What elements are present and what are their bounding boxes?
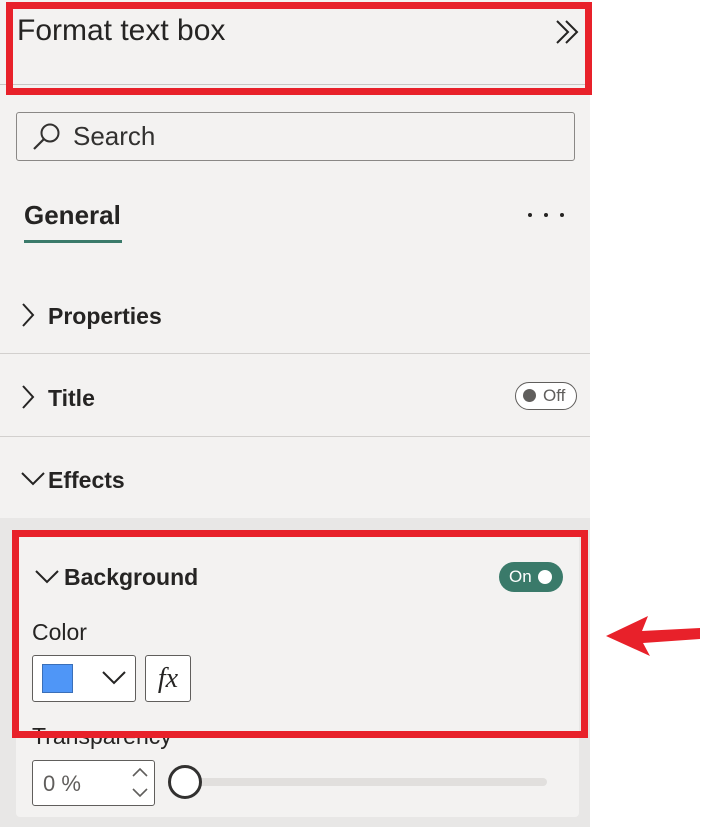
- toggle-knob: [538, 570, 552, 584]
- conditional-format-fx-button[interactable]: fx: [145, 655, 191, 702]
- background-toggle[interactable]: On: [499, 562, 563, 592]
- more-dots-icon: [528, 213, 532, 217]
- section-title-label: Title: [48, 385, 95, 411]
- chevron-right-icon: [22, 303, 35, 327]
- toggle-knob: [523, 389, 536, 402]
- transparency-slider-thumb[interactable]: [168, 765, 202, 799]
- section-properties[interactable]: Properties: [0, 274, 590, 356]
- active-tab-indicator: [24, 240, 122, 243]
- more-dots-icon: [560, 213, 564, 217]
- chevron-down-icon: [102, 671, 126, 685]
- tab-general[interactable]: General: [24, 200, 121, 231]
- collapse-pane-button[interactable]: [552, 16, 582, 48]
- red-arrow-annotation: [606, 616, 700, 656]
- search-input[interactable]: [73, 121, 553, 151]
- section-background-label: Background: [64, 564, 199, 590]
- section-effects[interactable]: Effects: [0, 438, 590, 520]
- section-divider: [0, 436, 590, 437]
- section-properties-label: Properties: [48, 303, 162, 329]
- section-effects-label: Effects: [48, 467, 125, 493]
- transparency-value: 0 %: [43, 771, 81, 796]
- chevron-down-icon: [21, 472, 45, 486]
- background-toggle-label: On: [509, 567, 532, 586]
- color-swatch: [42, 664, 73, 693]
- title-toggle[interactable]: Off: [515, 382, 577, 410]
- format-pane: Format text box General Properties Title: [0, 0, 592, 827]
- color-label: Color: [32, 619, 87, 645]
- chevron-up-icon[interactable]: [131, 765, 149, 779]
- more-options-button[interactable]: [528, 203, 564, 227]
- color-picker-dropdown[interactable]: [32, 655, 136, 702]
- chevron-down-icon: [35, 570, 59, 584]
- title-toggle-label: Off: [543, 386, 566, 405]
- panel-title: Format text box: [17, 14, 226, 47]
- chevron-down-icon[interactable]: [131, 786, 149, 800]
- chevron-right-icon: [22, 385, 35, 409]
- transparency-slider-track[interactable]: [185, 778, 547, 786]
- search-box[interactable]: [16, 112, 575, 161]
- search-icon: [33, 123, 60, 150]
- more-dots-icon: [544, 213, 548, 217]
- header-divider: [0, 84, 590, 85]
- section-background[interactable]: Background: [16, 536, 466, 616]
- section-divider: [0, 353, 590, 354]
- double-chevron-right-icon: [556, 20, 579, 44]
- transparency-label: Transparency: [32, 723, 172, 749]
- transparency-input[interactable]: 0 %: [32, 760, 155, 806]
- section-title[interactable]: Title: [0, 356, 590, 438]
